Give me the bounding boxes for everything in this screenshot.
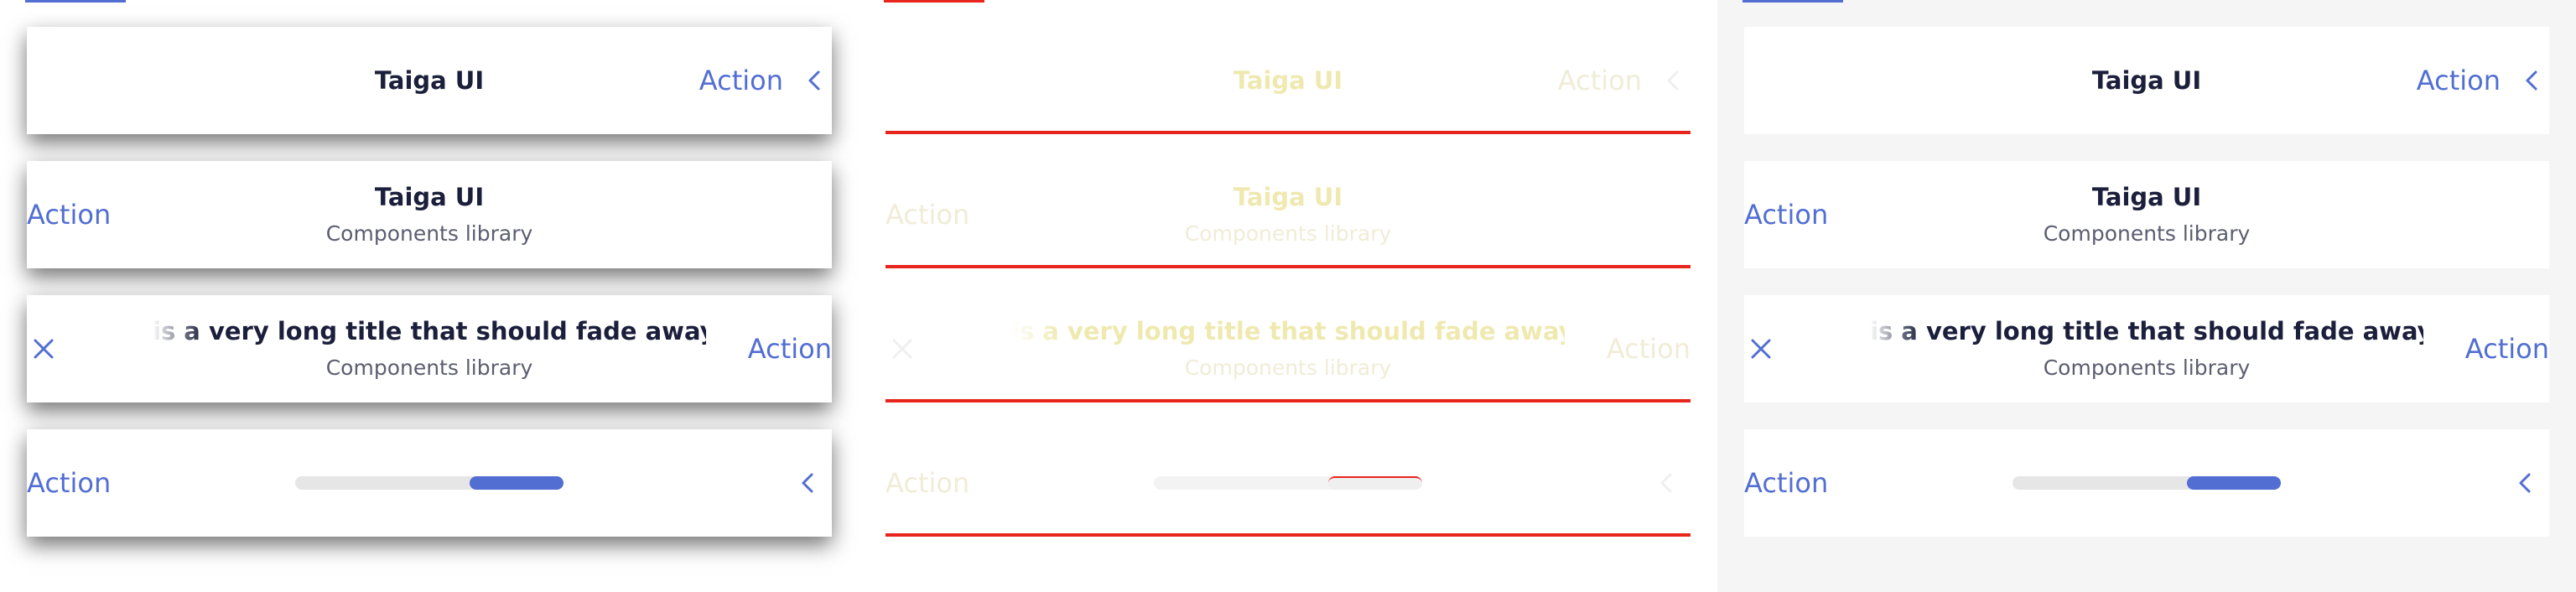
close-icon[interactable] xyxy=(886,332,919,366)
action-button[interactable]: Action xyxy=(699,64,783,97)
action-button[interactable]: Action xyxy=(886,198,969,231)
chevron-left-icon[interactable] xyxy=(792,466,825,500)
progress-fill xyxy=(1328,476,1422,490)
action-button[interactable]: Action xyxy=(1607,332,1690,366)
bar-header: Taiga UI Components library xyxy=(153,161,706,268)
action-button[interactable]: Action xyxy=(1558,64,1642,97)
action-button[interactable]: Action xyxy=(748,332,832,366)
close-icon[interactable] xyxy=(27,332,60,366)
progress-bar xyxy=(1154,476,1422,490)
action-button[interactable]: Action xyxy=(27,466,111,500)
navigation-bar: Taiga UI Action xyxy=(886,27,1690,134)
panel-tab-indicator xyxy=(884,0,984,3)
progress-fill xyxy=(2187,476,2281,490)
bar-underline xyxy=(886,265,1690,268)
chevron-left-icon[interactable] xyxy=(798,64,832,97)
action-button[interactable]: Action xyxy=(2417,64,2501,97)
bar-title: Taiga UI xyxy=(2091,183,2202,211)
navigation-bar: is a very long title that should fade aw… xyxy=(886,295,1690,402)
panel-shadow: Taiga UI Action Action Taiga UI Componen… xyxy=(0,0,859,592)
navigation-bar: Taiga UI Action xyxy=(27,27,832,134)
progress-fill xyxy=(470,476,564,490)
bar-header: Taiga UI xyxy=(153,27,706,134)
bar-subtitle: Components library xyxy=(1184,356,1392,380)
navigation-bar: is a very long title that should fade aw… xyxy=(1744,295,2549,402)
bar-title: Taiga UI xyxy=(2091,66,2202,95)
bar-underline xyxy=(886,399,1690,402)
bar-header: Taiga UI xyxy=(1870,27,2423,134)
bar-header: Taiga UI Components library xyxy=(1870,161,2423,268)
navigation-bar: Action xyxy=(1744,429,2549,537)
bar-subtitle: Components library xyxy=(325,221,533,246)
close-icon[interactable] xyxy=(1744,332,1778,366)
bar-header: is a very long title that should fade aw… xyxy=(153,295,706,402)
bar-subtitle: Components library xyxy=(2043,221,2251,246)
progress-bar xyxy=(2012,476,2281,490)
navigation-bar: Taiga UI Action xyxy=(1744,27,2549,134)
progress-bar xyxy=(295,476,564,490)
bar-header: is a very long title that should fade aw… xyxy=(1011,295,1565,402)
chevron-left-icon[interactable] xyxy=(1657,64,1690,97)
fade-title-container: is a very long title that should fade aw… xyxy=(153,314,706,348)
bar-title: Taiga UI xyxy=(374,66,485,95)
bar-header: Taiga UI xyxy=(1011,27,1565,134)
bar-title: is a very long title that should fade aw… xyxy=(153,317,706,345)
chevron-left-icon[interactable] xyxy=(2509,466,2542,500)
panel-tab-indicator xyxy=(1742,0,1843,3)
navigation-bar: is a very long title that should fade aw… xyxy=(27,295,832,402)
bar-header: Taiga UI Components library xyxy=(1011,161,1565,268)
fade-title-container: is a very long title that should fade aw… xyxy=(1870,314,2423,348)
navigation-bar: Action Taiga UI Components library xyxy=(1744,161,2549,268)
navigation-bar: Action Taiga UI Components library xyxy=(27,161,832,268)
bar-subtitle: Components library xyxy=(1184,221,1392,246)
bar-title: is a very long title that should fade aw… xyxy=(1011,317,1565,345)
action-button[interactable]: Action xyxy=(1744,466,1828,500)
bar-header: is a very long title that should fade aw… xyxy=(1870,295,2423,402)
action-button[interactable]: Action xyxy=(886,466,969,500)
bar-subtitle: Components library xyxy=(325,356,533,380)
bar-title: is a very long title that should fade aw… xyxy=(1870,317,2423,345)
chevron-left-icon[interactable] xyxy=(1650,466,1684,500)
navigation-bar: Action xyxy=(886,429,1690,537)
panel-tab-indicator xyxy=(25,0,126,3)
navigation-bar: Action Taiga UI Components library xyxy=(886,161,1690,268)
fade-title-container: is a very long title that should fade aw… xyxy=(1011,314,1565,348)
navigation-bar: Action xyxy=(27,429,832,537)
bar-title: Taiga UI xyxy=(1233,66,1343,95)
bar-underline xyxy=(886,131,1690,134)
demo-panels: Taiga UI Action Action Taiga UI Componen… xyxy=(0,0,2576,592)
bar-title: Taiga UI xyxy=(374,183,485,211)
action-button[interactable]: Action xyxy=(1744,198,1828,231)
panel-flat: Taiga UI Action Action Taiga UI Componen… xyxy=(1717,0,2576,592)
bar-title: Taiga UI xyxy=(1233,183,1343,211)
chevron-left-icon[interactable] xyxy=(2516,64,2549,97)
bar-underline xyxy=(886,533,1690,537)
action-button[interactable]: Action xyxy=(27,198,111,231)
panel-outline: Taiga UI Action Action Taiga UI Componen… xyxy=(859,0,1717,592)
action-button[interactable]: Action xyxy=(2465,332,2549,366)
bar-subtitle: Components library xyxy=(2043,356,2251,380)
